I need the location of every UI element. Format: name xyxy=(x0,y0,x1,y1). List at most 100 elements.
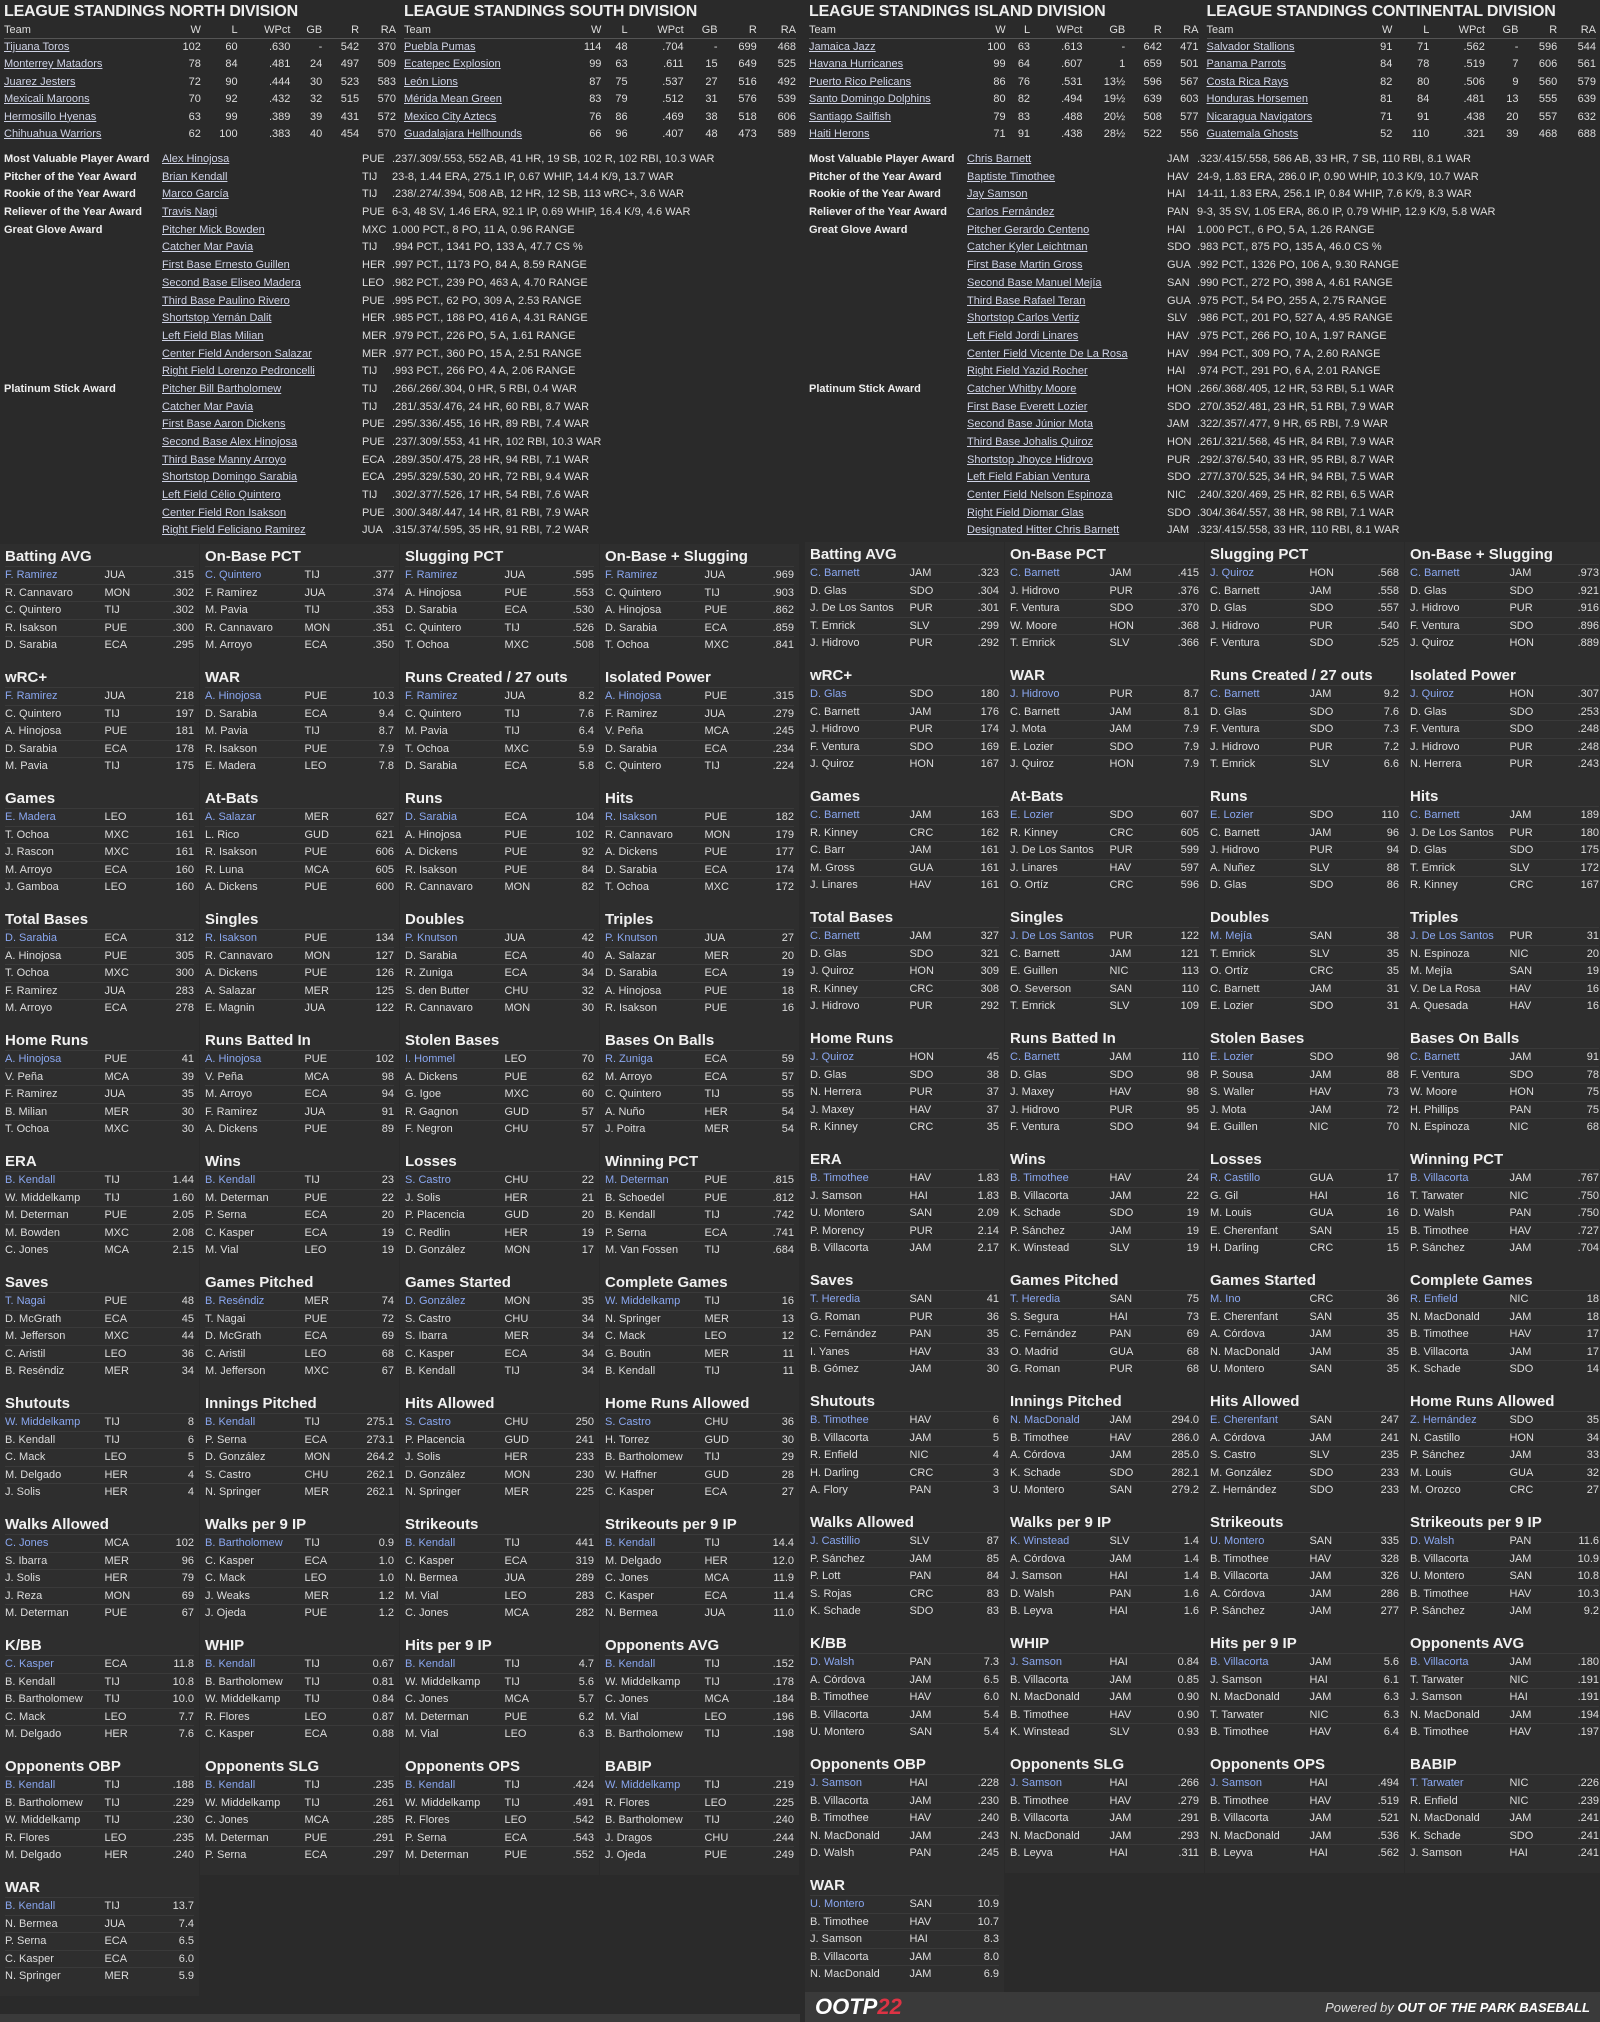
player-link[interactable]: E. Madera xyxy=(205,758,304,775)
player-link[interactable]: N. Bermea xyxy=(5,1916,104,1933)
player-link[interactable]: A. Córdova xyxy=(1210,1586,1309,1603)
team-link[interactable]: Chihuahua Warriors xyxy=(4,128,101,140)
player-link[interactable]: J. Castillio xyxy=(810,1533,909,1550)
player-link[interactable]: A. Córdova xyxy=(1010,1551,1109,1568)
player-link[interactable]: B. Timothee xyxy=(1410,1223,1509,1240)
player-link[interactable]: A. Hinojosa xyxy=(5,723,104,740)
player-link[interactable]: C. Kasper xyxy=(405,1346,504,1363)
award-player-link[interactable]: Alex Hinojosa xyxy=(162,151,362,169)
player-link[interactable]: A. Córdova xyxy=(1210,1430,1309,1447)
player-link[interactable]: M. Vial xyxy=(405,1588,504,1605)
player-link[interactable]: B. Kendall xyxy=(605,1535,704,1552)
player-link[interactable]: C. Mack xyxy=(5,1449,104,1466)
player-link[interactable]: M. Jefferson xyxy=(205,1363,304,1380)
player-link[interactable]: B. Villacorta xyxy=(1410,1551,1509,1568)
player-link[interactable]: J. Dragos xyxy=(605,1830,704,1847)
player-link[interactable]: U. Montero xyxy=(1210,1361,1309,1378)
player-link[interactable]: F. Ramirez xyxy=(205,585,304,602)
player-link[interactable]: C. Kasper xyxy=(205,1225,304,1242)
player-link[interactable]: R. Gagnon xyxy=(405,1104,504,1121)
player-link[interactable]: J. Rascon xyxy=(5,844,104,861)
player-link[interactable]: M. Arroyo xyxy=(5,862,104,879)
player-link[interactable]: D. González xyxy=(205,1449,304,1466)
player-link[interactable]: M. Determan xyxy=(405,1709,504,1726)
player-link[interactable]: M. Arroyo xyxy=(5,1000,104,1017)
player-link[interactable]: J. Hidrovo xyxy=(1210,739,1309,756)
award-player-link[interactable]: First Base Everett Lozier xyxy=(967,399,1167,417)
player-link[interactable]: D. Glas xyxy=(1210,704,1309,721)
player-link[interactable]: A. Dickens xyxy=(605,844,704,861)
player-link[interactable]: P. Lott xyxy=(810,1568,909,1585)
player-link[interactable]: M. Jefferson xyxy=(5,1328,104,1345)
player-link[interactable]: A. Nuño xyxy=(605,1104,704,1121)
player-link[interactable]: J. Samson xyxy=(1210,1672,1309,1689)
player-link[interactable]: D. Glas xyxy=(1410,704,1509,721)
player-link[interactable]: A. Córdova xyxy=(1210,1326,1309,1343)
player-link[interactable]: R. Kinney xyxy=(1010,825,1109,842)
column-header[interactable]: WPct xyxy=(1030,22,1083,39)
player-link[interactable]: W. Middelkamp xyxy=(5,1812,104,1829)
player-link[interactable]: P. Sánchez xyxy=(1410,1603,1509,1620)
column-header[interactable]: L xyxy=(1005,22,1031,39)
player-link[interactable]: S. den Butter xyxy=(405,983,504,1000)
player-link[interactable]: R. Enfield xyxy=(810,1447,909,1464)
player-link[interactable]: J. Samson xyxy=(810,1775,909,1792)
player-link[interactable]: D. Walsh xyxy=(810,1654,909,1671)
player-link[interactable]: W. Middelkamp xyxy=(405,1795,504,1812)
award-player-link[interactable]: Catcher Mar Pavia xyxy=(162,399,362,417)
player-link[interactable]: P. Placencia xyxy=(405,1207,504,1224)
column-header[interactable]: GB xyxy=(1484,22,1519,39)
player-link[interactable]: J. Solis xyxy=(405,1190,504,1207)
player-link[interactable]: B. Timothee xyxy=(1010,1707,1109,1724)
player-link[interactable]: B. Milian xyxy=(5,1104,104,1121)
player-link[interactable]: M. Arroyo xyxy=(205,637,304,654)
player-link[interactable]: A. Hinojosa xyxy=(5,1051,104,1068)
player-link[interactable]: B. Villacorta xyxy=(1010,1672,1109,1689)
player-link[interactable]: C. Kasper xyxy=(205,1726,304,1743)
player-link[interactable]: C. Barnett xyxy=(1210,583,1309,600)
player-link[interactable]: O. Severson xyxy=(1010,981,1109,998)
player-link[interactable]: B. Reséndiz xyxy=(205,1293,304,1310)
player-link[interactable]: T. Ochoa xyxy=(5,827,104,844)
player-link[interactable]: J. Samson xyxy=(1010,1775,1109,1792)
player-link[interactable]: B. Kendall xyxy=(605,1207,704,1224)
player-link[interactable]: D. Glas xyxy=(1410,842,1509,859)
player-link[interactable]: K. Schade xyxy=(810,1603,909,1620)
player-link[interactable]: B. Timothee xyxy=(1210,1793,1309,1810)
player-link[interactable]: D. Sarabia xyxy=(5,637,104,654)
player-link[interactable]: D. Glas xyxy=(810,946,909,963)
player-link[interactable]: E. Lozier xyxy=(1010,739,1109,756)
player-link[interactable]: M. Arroyo xyxy=(205,1086,304,1103)
player-link[interactable]: J. Hidrovo xyxy=(1010,583,1109,600)
column-header[interactable]: R xyxy=(1518,22,1558,39)
player-link[interactable]: D. Walsh xyxy=(1410,1533,1509,1550)
player-link[interactable]: J. De Los Santos xyxy=(1010,928,1109,945)
player-link[interactable]: R. Kinney xyxy=(810,825,909,842)
player-link[interactable]: W. Middelkamp xyxy=(5,1190,104,1207)
column-header[interactable]: GB xyxy=(290,22,323,39)
player-link[interactable]: D. Glas xyxy=(810,583,909,600)
player-link[interactable]: F. Ramirez xyxy=(605,706,704,723)
team-link[interactable]: Mexico City Aztecs xyxy=(404,111,496,123)
player-link[interactable]: C. Quintero xyxy=(605,1086,704,1103)
column-header[interactable]: L xyxy=(1392,22,1430,39)
player-link[interactable]: B. Kendall xyxy=(5,1898,104,1915)
player-link[interactable]: M. Vial xyxy=(605,1709,704,1726)
player-link[interactable]: A. Nuñez xyxy=(1210,860,1309,877)
player-link[interactable]: M. Vial xyxy=(205,1242,304,1259)
player-link[interactable]: B. Villacorta xyxy=(810,1430,909,1447)
player-link[interactable]: W. Middelkamp xyxy=(605,1293,704,1310)
award-player-link[interactable]: Catcher Mar Pavia xyxy=(162,239,362,257)
player-link[interactable]: F. Ramirez xyxy=(5,1086,104,1103)
player-link[interactable]: N. MacDonald xyxy=(1010,1412,1109,1429)
player-link[interactable]: P. Knutson xyxy=(405,930,504,947)
player-link[interactable]: D. Sarabia xyxy=(405,758,504,775)
player-link[interactable]: D. Sarabia xyxy=(5,741,104,758)
award-player-link[interactable]: Pitcher Bill Bartholomew xyxy=(162,381,362,399)
column-header[interactable]: RA xyxy=(1557,22,1596,39)
award-player-link[interactable]: Left Field Blas Milian xyxy=(162,328,362,346)
player-link[interactable]: N. Bermea xyxy=(405,1570,504,1587)
player-link[interactable]: T. Tarwater xyxy=(1210,1707,1309,1724)
player-link[interactable]: B. Timothee xyxy=(1010,1793,1109,1810)
player-link[interactable]: N. MacDonald xyxy=(1410,1707,1509,1724)
